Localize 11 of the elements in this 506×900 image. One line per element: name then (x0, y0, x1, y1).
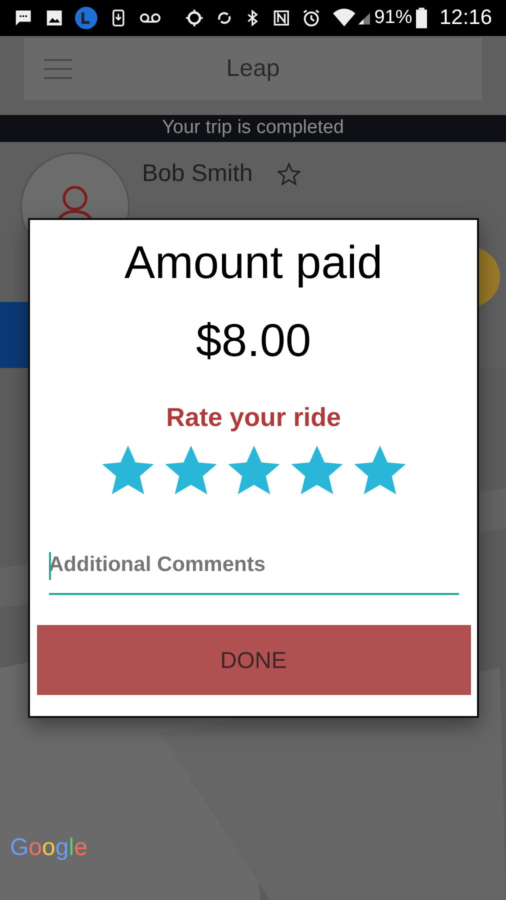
clock: 12:16 (439, 5, 492, 32)
banner-text: Your trip is completed (162, 116, 344, 140)
google-logo: Google (10, 833, 88, 863)
comments-field[interactable]: Additional Comments (48, 537, 458, 595)
driver-name: Bob Smith (142, 159, 253, 189)
battery-percent: 91% (374, 6, 412, 30)
rate-label: Rate your ride (166, 401, 341, 434)
dialog-title: Amount paid (124, 235, 383, 290)
done-button[interactable]: DONE (36, 625, 470, 695)
amount: $8.00 (196, 313, 312, 368)
app-title: Leap (226, 54, 280, 84)
